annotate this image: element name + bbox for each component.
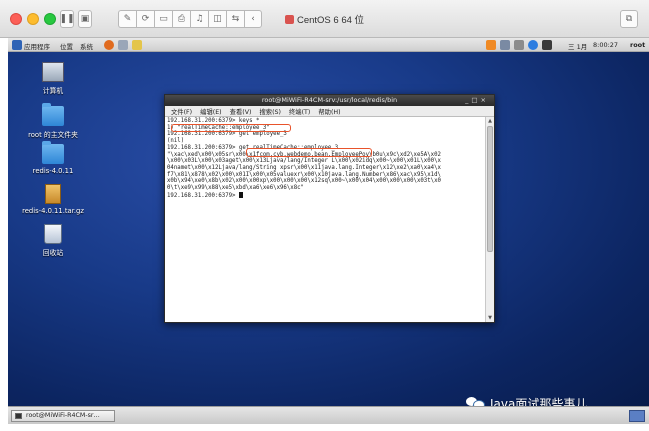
terminal-line: 04namet\x00\x12Ljava/lang/String xpsr\x0… xyxy=(167,164,441,171)
text-cursor xyxy=(238,191,243,198)
menu-edit[interactable]: 编辑(E) xyxy=(200,107,222,116)
menu-search[interactable]: 搜索(S) xyxy=(259,107,281,116)
desktop-icon-redis-archive[interactable]: redis-4.0.11.tar.gz xyxy=(14,184,92,215)
network-icon[interactable] xyxy=(500,40,510,50)
terminal-icon xyxy=(15,413,22,419)
archive-icon xyxy=(45,184,61,204)
desktop-icon-computer[interactable]: 计算机 xyxy=(14,62,92,95)
terminal-line: "\xac\xed\x00\x05sr\x00\x1fcom.cyb.webde… xyxy=(167,151,441,158)
terminal-line: 192.168.31.200:6379> keys * xyxy=(167,118,260,124)
desktop-icon-label: redis-4.0.11 xyxy=(32,167,74,175)
menu-view[interactable]: 查看(V) xyxy=(230,107,252,116)
taskbar-item-label: root@MiWiFi-R4CM-sr… xyxy=(26,412,100,419)
fullscreen-icon[interactable]: ⧉ xyxy=(620,10,638,28)
screen-icon[interactable] xyxy=(542,40,552,50)
bluetooth-icon[interactable] xyxy=(528,40,538,50)
terminal-line: 1) "realTimeCache::employee_3" xyxy=(167,124,270,131)
desktop-icon-home[interactable]: root 的主文件夹 xyxy=(14,103,92,139)
terminal-line: \x00\x03L\x00\x03aget\x00\x13Ljava/lang/… xyxy=(167,158,441,165)
workspace-switcher[interactable] xyxy=(629,410,645,422)
menu-help[interactable]: 帮助(H) xyxy=(318,107,340,116)
apps-menu-icon xyxy=(12,40,22,50)
terminal-line: 192.168.31.200:6379> get employee_3 xyxy=(167,131,287,138)
menu-places[interactable]: 位置 xyxy=(60,41,73,51)
guest-top-panel: 应用程序 位置 系统 三 1月 8:00:27 root xyxy=(8,38,649,52)
terminal-line: f7\x81\x878\x02\x00\x01I\x00\x05valuexr\… xyxy=(167,171,441,178)
vm-title: CentOS 6 64 位 xyxy=(0,12,649,26)
guest-taskbar: root@MiWiFi-R4CM-sr… xyxy=(8,406,649,424)
terminal-titlebar[interactable]: root@MiWiFi-R4CM-srv:/usr/local/redis/bi… xyxy=(165,95,494,106)
panel-time[interactable]: 8:00:27 xyxy=(593,41,618,49)
terminal-menubar: 文件(F) 编辑(E) 查看(V) 搜索(S) 终端(T) 帮助(H) xyxy=(165,106,494,117)
terminal-prompt: 192.168.31.200:6379> xyxy=(167,192,239,199)
scroll-up-icon[interactable]: ▲ xyxy=(486,117,494,125)
vm-logo-icon xyxy=(284,15,294,24)
terminal-line: x0b\x94\xe0\x8b\x02\x00\x00xp\x00\x00\x0… xyxy=(167,178,441,185)
desktop-icon-redis-folder[interactable]: redis-4.0.11 xyxy=(14,141,92,175)
panel-user[interactable]: root xyxy=(630,41,645,49)
scroll-down-icon[interactable]: ▼ xyxy=(486,314,494,322)
desktop-icon-label: root 的主文件夹 xyxy=(28,131,78,139)
menu-file[interactable]: 文件(F) xyxy=(171,107,192,116)
volume-icon[interactable] xyxy=(514,40,524,50)
menu-system[interactable]: 系统 xyxy=(80,41,93,51)
folder-icon xyxy=(42,141,64,164)
menu-terminal[interactable]: 终端(T) xyxy=(289,107,310,116)
desktop-icon-trash[interactable]: 回收站 xyxy=(14,224,92,257)
panel-date[interactable]: 三 1月 xyxy=(568,41,587,51)
desktop: 计算机 root 的主文件夹 redis-4.0.11 redis-4.0.11… xyxy=(8,52,649,406)
update-icon[interactable] xyxy=(486,40,496,50)
terminal-window[interactable]: root@MiWiFi-R4CM-srv:/usr/local/redis/bi… xyxy=(164,94,495,323)
firefox-icon[interactable] xyxy=(104,40,114,50)
desktop-icon-label: redis-4.0.11.tar.gz xyxy=(22,207,84,215)
window-controls-icon[interactable]: _□× xyxy=(465,95,489,106)
notes-icon[interactable] xyxy=(132,40,142,50)
menu-applications[interactable]: 应用程序 xyxy=(24,41,50,51)
terminal-title: root@MiWiFi-R4CM-srv:/usr/local/redis/bi… xyxy=(261,96,398,104)
taskbar-item-terminal[interactable]: root@MiWiFi-R4CM-sr… xyxy=(11,410,115,422)
vm-window-titlebar: ❚❚ ▣ ✎ ⟳ ▭ ⎙ ♫ ◫ ⇆ ‹ CentOS 6 64 位 ⧉ xyxy=(0,0,649,38)
computer-icon xyxy=(42,62,64,82)
terminal-output[interactable]: 192.168.31.200:6379> keys * 1) "realTime… xyxy=(165,117,485,322)
terminal-scrollbar[interactable]: ▲ ▼ xyxy=(485,117,494,322)
trash-icon xyxy=(44,224,62,244)
home-folder-icon xyxy=(42,103,64,126)
desktop-icon-label: 回收站 xyxy=(42,249,64,257)
mail-icon[interactable] xyxy=(118,40,128,50)
scrollbar-thumb[interactable] xyxy=(487,126,493,252)
terminal-line: 0\t\xe9\x99\x88\xe5\xbd\xa6\xe6\x96\x8c" xyxy=(167,185,304,192)
vm-title-text: CentOS 6 64 位 xyxy=(296,15,365,26)
terminal-prompt-line: 192.168.31.200:6379> xyxy=(167,191,483,200)
terminal-line: 192.168.31.200:6379> get realTimeCache::… xyxy=(167,144,339,151)
desktop-icon-label: 计算机 xyxy=(42,87,64,95)
terminal-line: (nil) xyxy=(167,138,185,145)
